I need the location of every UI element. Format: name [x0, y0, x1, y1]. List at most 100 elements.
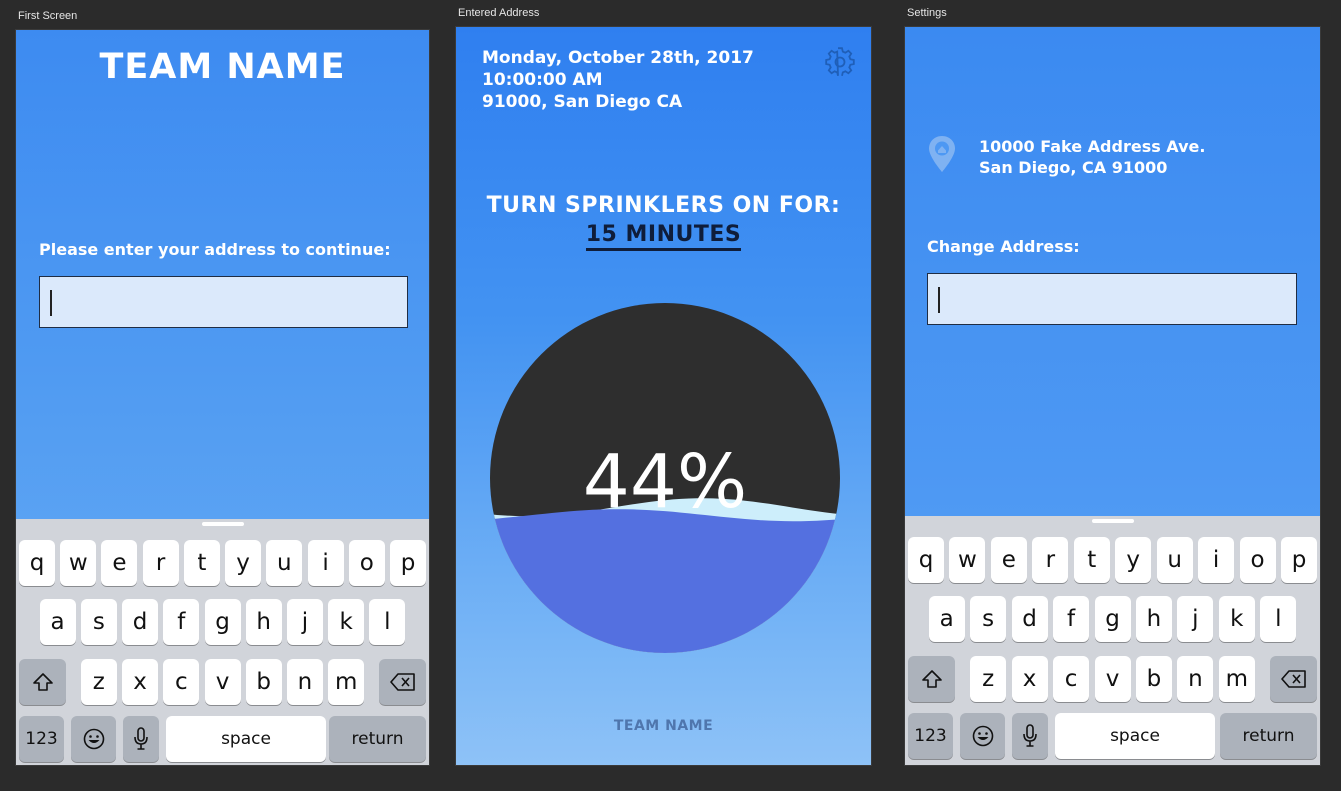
key-g[interactable]: g — [1094, 596, 1131, 642]
delete-key[interactable] — [1270, 656, 1317, 702]
date-text: Monday, October 28th, 2017 — [482, 48, 754, 68]
key-m[interactable]: m — [328, 659, 365, 705]
key-q[interactable]: q — [19, 540, 55, 586]
shift-key[interactable] — [908, 656, 955, 702]
key-p[interactable]: p — [1281, 537, 1317, 583]
key-t[interactable]: t — [1073, 537, 1110, 583]
key-w[interactable]: w — [60, 540, 97, 586]
keyboard-grip[interactable] — [201, 522, 244, 526]
backspace-icon — [389, 673, 415, 691]
key-x[interactable]: x — [1011, 656, 1048, 702]
key-c[interactable]: c — [163, 659, 200, 705]
key-l[interactable]: l — [369, 599, 406, 645]
shift-key[interactable] — [19, 659, 66, 705]
key-z[interactable]: z — [970, 656, 1007, 702]
key-q[interactable]: q — [908, 537, 944, 583]
keyboard-grip[interactable] — [1091, 519, 1134, 523]
address-prompt: Please enter your address to continue: — [39, 240, 391, 259]
key-k[interactable]: k — [1218, 596, 1255, 642]
key-b[interactable]: b — [245, 659, 282, 705]
key-o[interactable]: o — [348, 540, 385, 586]
key-x[interactable]: x — [122, 659, 159, 705]
key-t[interactable]: t — [183, 540, 220, 586]
space-key[interactable]: space — [166, 716, 326, 762]
emoji-icon — [83, 728, 104, 750]
key-z[interactable]: z — [80, 659, 117, 705]
emoji-key[interactable] — [71, 716, 116, 762]
microphone-key[interactable] — [123, 716, 159, 762]
key-a[interactable]: a — [928, 596, 965, 642]
date-time-location: Monday, October 28th, 2017 10:00:00 AM 9… — [482, 47, 754, 113]
key-s[interactable]: s — [970, 596, 1007, 642]
microphone-icon — [134, 727, 148, 750]
key-j[interactable]: j — [286, 599, 323, 645]
emoji-key[interactable] — [960, 713, 1005, 759]
key-d[interactable]: d — [1011, 596, 1048, 642]
key-c[interactable]: c — [1053, 656, 1090, 702]
text-caret — [50, 290, 52, 316]
key-r[interactable]: r — [1032, 537, 1069, 583]
change-address-input[interactable] — [927, 273, 1297, 325]
key-d[interactable]: d — [122, 599, 159, 645]
first-screen: TEAM NAME Please enter your address to c… — [15, 29, 430, 766]
address-input[interactable] — [39, 276, 408, 328]
artboard-label-first: First Screen — [18, 10, 78, 22]
key-n[interactable]: n — [286, 659, 323, 705]
gear-icon[interactable] — [825, 47, 855, 77]
key-h[interactable]: h — [245, 599, 282, 645]
team-name-footer: TEAM NAME — [613, 718, 714, 734]
keyboard: q w e r t y u i o p a s d f g h j k l z x c v b n m 123 space return — [905, 516, 1320, 765]
key-w[interactable]: w — [949, 537, 986, 583]
key-j[interactable]: j — [1177, 596, 1214, 642]
key-y[interactable]: y — [1115, 537, 1152, 583]
time-text: 10:00:00 AM — [482, 70, 603, 90]
address-line-1: 10000 Fake Address Ave. — [979, 137, 1206, 156]
address-line-2: San Diego, CA 91000 — [979, 158, 1168, 177]
key-i[interactable]: i — [307, 540, 344, 586]
microphone-key[interactable] — [1012, 713, 1048, 759]
space-key[interactable]: space — [1055, 713, 1215, 759]
key-v[interactable]: v — [1094, 656, 1131, 702]
key-r[interactable]: r — [142, 540, 179, 586]
numbers-key[interactable]: 123 — [19, 716, 64, 762]
backspace-icon — [1280, 670, 1306, 688]
key-a[interactable]: a — [39, 599, 76, 645]
sprinkler-instruction: TURN SPRINKLERS ON FOR: — [486, 193, 841, 218]
text-caret — [938, 287, 940, 313]
gauge-water-fill — [490, 509, 840, 653]
key-f[interactable]: f — [1053, 596, 1090, 642]
key-e[interactable]: e — [990, 537, 1027, 583]
key-o[interactable]: o — [1239, 537, 1276, 583]
shift-icon — [921, 670, 942, 688]
settings-screen: 10000 Fake Address Ave. San Diego, CA 91… — [904, 26, 1321, 766]
location-pin-icon — [929, 136, 955, 172]
artboard-label-entered: Entered Address — [458, 7, 540, 19]
keyboard: q w e r t y u i o p a s d f g h j k l z x c v b n m 123 space return — [16, 519, 429, 765]
key-k[interactable]: k — [328, 599, 365, 645]
key-p[interactable]: p — [390, 540, 426, 586]
key-s[interactable]: s — [80, 599, 117, 645]
water-gauge: 44% — [490, 303, 840, 653]
key-m[interactable]: m — [1218, 656, 1255, 702]
key-u[interactable]: u — [266, 540, 303, 586]
microphone-icon — [1023, 724, 1037, 747]
key-g[interactable]: g — [204, 599, 241, 645]
key-e[interactable]: e — [101, 540, 138, 586]
artboard-label-settings: Settings — [907, 7, 947, 19]
key-v[interactable]: v — [204, 659, 241, 705]
key-l[interactable]: l — [1260, 596, 1297, 642]
numbers-key[interactable]: 123 — [908, 713, 953, 759]
key-f[interactable]: f — [163, 599, 200, 645]
gauge-percent-label: 44% — [583, 439, 747, 525]
key-n[interactable]: n — [1177, 656, 1214, 702]
key-b[interactable]: b — [1135, 656, 1172, 702]
key-i[interactable]: i — [1198, 537, 1235, 583]
return-key[interactable]: return — [1220, 713, 1317, 759]
delete-key[interactable] — [379, 659, 426, 705]
entered-address-screen: Monday, October 28th, 2017 10:00:00 AM 9… — [455, 26, 872, 766]
emoji-icon — [972, 725, 993, 747]
key-y[interactable]: y — [225, 540, 262, 586]
key-u[interactable]: u — [1156, 537, 1193, 583]
key-h[interactable]: h — [1135, 596, 1172, 642]
return-key[interactable]: return — [329, 716, 426, 762]
